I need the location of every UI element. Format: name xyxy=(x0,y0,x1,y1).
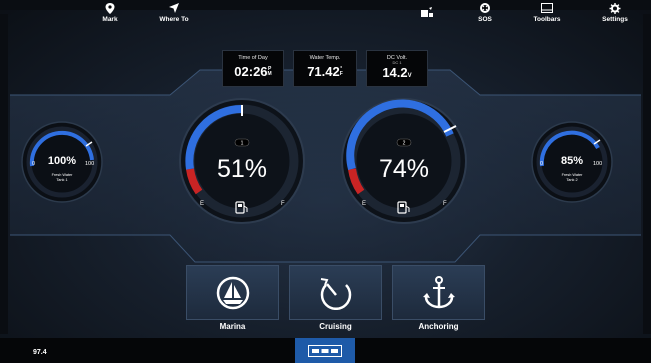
fuel1-value: 51% xyxy=(217,155,267,183)
water-temp-box[interactable]: Water Temp. 71.42° F xyxy=(293,50,357,87)
mark-label: Mark xyxy=(102,16,118,23)
cruising-label: Cruising xyxy=(319,322,352,331)
pages-icon xyxy=(308,344,342,357)
settings-label: Settings xyxy=(602,16,628,23)
fuel2-index: 2 xyxy=(403,141,406,147)
gauge-icon xyxy=(320,277,351,310)
fuel1-empty: E xyxy=(200,201,204,207)
sailboat-icon xyxy=(216,276,249,309)
anchoring-mode-button[interactable] xyxy=(392,265,485,320)
fresh1-name-2: Tank 1 xyxy=(56,178,67,182)
fresh-water-tank-1-gauge[interactable]: 100% 0 100 Fresh Water Tank 1 xyxy=(20,120,104,204)
mark-button[interactable]: Mark xyxy=(95,0,125,25)
fresh2-value: 85% xyxy=(561,155,583,167)
marina-mode-button[interactable] xyxy=(186,265,279,320)
map-pin-icon xyxy=(105,3,115,14)
settings-button[interactable]: Settings xyxy=(595,0,635,25)
fuel2-full: F xyxy=(443,201,447,207)
fresh2-min: 0 xyxy=(540,161,543,167)
time-value: 02:26 xyxy=(234,64,268,79)
toolbars-label: Toolbars xyxy=(533,16,561,23)
time-ampm-bottom: M xyxy=(267,71,272,77)
fuel-tank-2-gauge[interactable]: 2 74% E F xyxy=(340,97,468,225)
speed-readout[interactable]: 97.4 xyxy=(33,349,47,356)
fuel2-value: 74% xyxy=(379,155,429,183)
boat-icon xyxy=(421,7,433,17)
dashboard-screen: Time of Day 02:26P M Water Temp. 71.42° F … xyxy=(0,0,651,363)
where-to-button[interactable]: Where To xyxy=(150,0,198,25)
left-frame xyxy=(0,14,8,334)
dc-volt-box[interactable]: DC Volt. DC 1 14.2V xyxy=(366,50,428,87)
dc-volt-value: 14.2 xyxy=(382,65,408,80)
fuel-tank-1-gauge[interactable]: 1 51% E F xyxy=(178,97,306,225)
fuel1-full: F xyxy=(281,201,285,207)
sos-button[interactable]: SOS xyxy=(470,0,500,25)
anchoring-label: Anchoring xyxy=(418,322,459,331)
where-to-label: Where To xyxy=(159,16,189,23)
cruising-mode-button[interactable] xyxy=(289,265,382,320)
fresh-water-tank-2-gauge[interactable]: 85% 0 100 Fresh Water Tank 2 xyxy=(530,120,614,204)
water-temp-label: Water Temp. xyxy=(309,55,341,61)
boat-status-button[interactable] xyxy=(415,0,439,25)
gear-icon xyxy=(609,3,621,14)
page-menu-tab[interactable] xyxy=(295,338,355,363)
sos-label: SOS xyxy=(478,16,492,23)
water-temp-value: 71.42 xyxy=(307,64,340,79)
time-label: Time of Day xyxy=(238,55,268,61)
fresh2-name-1: Fresh Water xyxy=(562,173,583,177)
dc-volt-unit: V xyxy=(407,73,412,79)
fresh2-name-2: Tank 2 xyxy=(566,178,577,182)
fuel1-index: 1 xyxy=(241,141,244,147)
fresh1-value: 100% xyxy=(48,155,76,167)
anchor-icon xyxy=(422,275,455,308)
water-temp-unit: F xyxy=(339,71,343,77)
fresh1-name-1: Fresh Water xyxy=(52,173,73,177)
toolbar-icon xyxy=(541,3,553,13)
toolbars-button[interactable]: Toolbars xyxy=(527,0,567,25)
right-frame xyxy=(643,14,651,334)
fuel2-empty: E xyxy=(362,201,366,207)
lifebuoy-icon xyxy=(480,3,490,13)
fresh1-min: 0 xyxy=(32,161,35,167)
fresh2-max: 100 xyxy=(593,161,602,167)
marina-label: Marina xyxy=(219,322,246,331)
fresh1-max: 100 xyxy=(85,161,94,167)
time-of-day-box[interactable]: Time of Day 02:26P M xyxy=(222,50,284,87)
navigation-arrow-icon xyxy=(169,3,179,13)
